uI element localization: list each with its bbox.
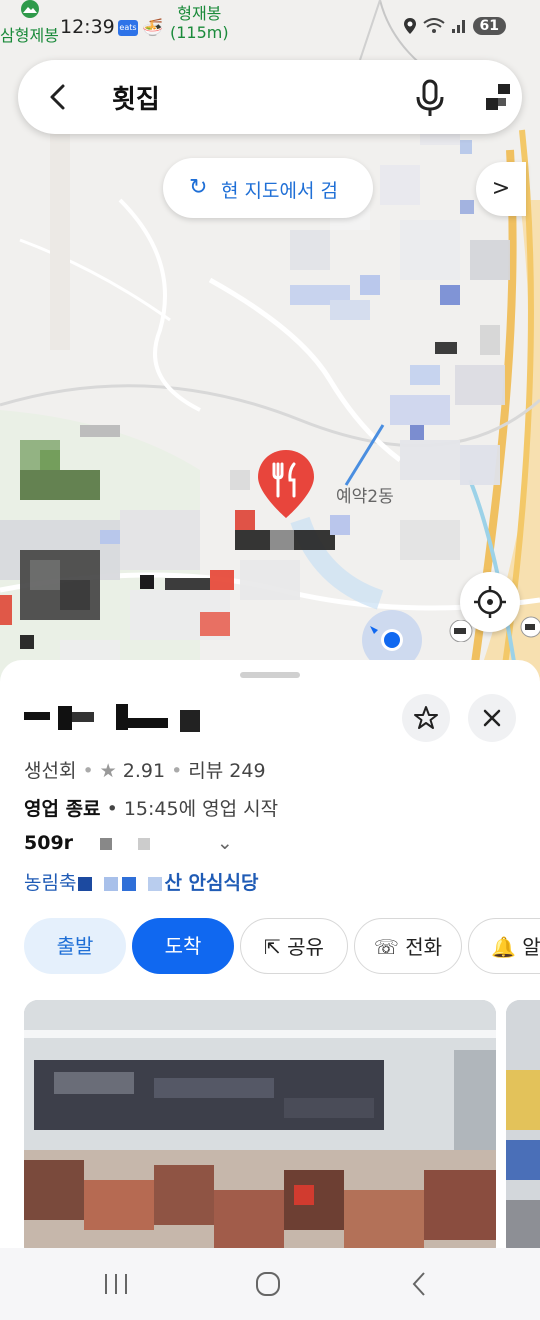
- redacted-block: [78, 876, 93, 891]
- search-bar[interactable]: 횟집: [18, 60, 522, 134]
- system-nav-bar: [0, 1248, 540, 1320]
- mountain-icon: [21, 0, 39, 18]
- microphone-icon[interactable]: [413, 78, 447, 118]
- search-query[interactable]: 횟집: [112, 79, 160, 116]
- cctv-icon: [449, 620, 473, 642]
- open-status: 영업 종료: [24, 798, 101, 820]
- map-area-label: 예약2동: [336, 487, 394, 507]
- save-button[interactable]: [402, 694, 450, 742]
- peak-label: 형재봉 (115m): [170, 4, 229, 42]
- business-hours[interactable]: 영업 종료 • 15:45에 영업 시작: [24, 794, 278, 821]
- redacted-block: [148, 876, 163, 891]
- place-photo-next[interactable]: [506, 1000, 540, 1250]
- redacted-block: [122, 876, 137, 891]
- rating-star-icon: ★: [99, 760, 117, 782]
- hours-text: 15:45에 영업 시작: [123, 798, 279, 820]
- place-photo[interactable]: [24, 1000, 496, 1250]
- redacted-block: [104, 876, 119, 891]
- distance: 509r: [24, 832, 74, 854]
- back-icon[interactable]: [400, 1268, 440, 1300]
- menu-grid-icon[interactable]: [484, 82, 514, 112]
- star-icon: [414, 706, 438, 729]
- arrive-button[interactable]: 도착: [132, 918, 234, 974]
- redacted-block: [99, 837, 112, 850]
- distance-row[interactable]: 509r ⌄: [24, 832, 233, 854]
- back-arrow-icon[interactable]: [42, 80, 76, 114]
- action-buttons: 출발 도착 ⇱ 공유 ☏ 전화 🔔 알: [24, 918, 540, 976]
- chevron-down-icon[interactable]: ⌄: [217, 832, 233, 854]
- chevron-right-icon[interactable]: >: [476, 162, 526, 216]
- drag-handle[interactable]: [240, 672, 300, 678]
- wifi-icon: [422, 18, 445, 33]
- map-view[interactable]: 예약2동 삼형제봉 12:39 eats 🍜 형재봉 (115m) 61 횟집 …: [0, 0, 540, 700]
- share-label: 공유: [287, 935, 324, 959]
- restaurant-pin-icon[interactable]: [256, 448, 316, 520]
- certification-row: 농림축 산 안심식당: [24, 868, 258, 895]
- peak-name: 형재봉: [177, 4, 222, 23]
- eats-icon: eats: [118, 20, 138, 36]
- photo-image-next: [506, 1000, 540, 1250]
- signal-icon: [451, 20, 465, 33]
- refresh-icon: ↻: [189, 175, 208, 200]
- bowl-icon: 🍜: [142, 18, 164, 38]
- call-button[interactable]: ☏ 전화: [354, 918, 462, 974]
- peak-height: (115m): [170, 23, 229, 42]
- cert-prefix: 농림축: [24, 872, 77, 894]
- phone-icon: ☏: [373, 935, 399, 959]
- alert-button[interactable]: 🔔 알: [468, 918, 540, 974]
- status-bar: 삼형제봉 12:39 eats 🍜 형재봉 (115m) 61: [0, 0, 540, 56]
- redacted-block: [138, 837, 151, 850]
- search-this-area-button[interactable]: ↻ 현 지도에서 검: [163, 158, 373, 218]
- rating: 2.91: [122, 760, 166, 782]
- category: 생선회: [24, 760, 77, 782]
- close-icon: [483, 709, 501, 727]
- call-label: 전화: [405, 935, 443, 959]
- close-button[interactable]: [468, 694, 516, 742]
- status-icons: 61: [403, 17, 506, 35]
- place-name-redacted: [24, 704, 200, 732]
- share-button[interactable]: ⇱ 공유: [240, 918, 348, 974]
- recent-apps-icon[interactable]: [96, 1268, 136, 1300]
- peak-left-label: 삼형제봉: [0, 26, 59, 45]
- share-icon: ⇱: [264, 935, 281, 959]
- location-icon: [403, 18, 416, 34]
- cert-suffix: 산 안심식당: [164, 872, 259, 894]
- clock: 12:39: [60, 16, 115, 38]
- photo-image: [24, 1000, 496, 1250]
- bell-icon: 🔔: [491, 935, 516, 959]
- review-count[interactable]: 리뷰 249: [188, 760, 265, 782]
- home-icon[interactable]: [248, 1268, 288, 1300]
- place-meta: 생선회 • ★ 2.91 • 리뷰 249: [24, 760, 266, 782]
- depart-button[interactable]: 출발: [24, 918, 126, 974]
- alert-label: 알: [522, 935, 540, 959]
- cctv-icon-2: [520, 616, 540, 638]
- place-detail-sheet[interactable]: 생선회 • ★ 2.91 • 리뷰 249 영업 종료 • 15:45에 영업 시작 5…: [0, 660, 540, 1250]
- battery-indicator: 61: [472, 17, 506, 35]
- search-this-area-label: 현 지도에서 검: [221, 180, 338, 202]
